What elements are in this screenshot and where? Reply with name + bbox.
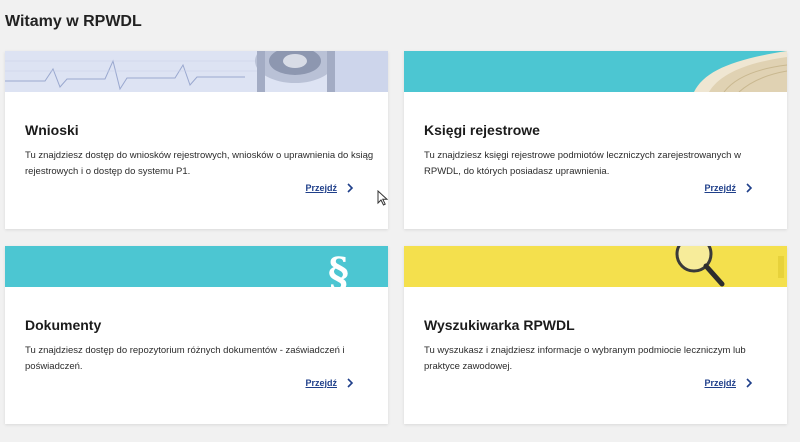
chevron-right-icon <box>746 183 753 193</box>
mouse-cursor-icon <box>377 190 388 206</box>
link-label: Przejdź <box>704 378 736 388</box>
banner-image-ksiegi <box>404 51 787 92</box>
chevron-right-icon <box>347 183 354 193</box>
card-title-wnioski: Wnioski <box>25 122 79 138</box>
chevron-right-icon <box>746 378 753 388</box>
przejdz-link-wnioski[interactable]: Przejdź <box>305 183 354 193</box>
card-description-dokumenty: Tu znajdziesz dostęp do repozytorium róż… <box>25 345 345 372</box>
card-wyszukiwarka: Wyszukiwarka RPWDL Tu wyszukasz i znajdz… <box>404 246 787 424</box>
banner-image-dokumenty: § <box>5 246 388 287</box>
banner-image-wnioski <box>5 51 388 92</box>
card-wnioski: Wnioski Tu znajdziesz dostęp do wniosków… <box>5 51 388 229</box>
page: Witamy w RPWDL Wnioski Tu znajdziesz dos… <box>0 0 800 442</box>
banner-image-wyszukiwarka <box>404 246 787 287</box>
link-label: Przejdź <box>704 183 736 193</box>
chevron-right-icon <box>347 378 354 388</box>
link-label: Przejdź <box>305 183 337 193</box>
card-title-ksiegi: Księgi rejestrowe <box>424 122 540 138</box>
przejdz-link-wyszukiwarka[interactable]: Przejdź <box>704 378 753 388</box>
przejdz-link-dokumenty[interactable]: Przejdź <box>305 378 354 388</box>
card-title-dokumenty: Dokumenty <box>25 317 102 333</box>
card-description-wyszukiwarka: Tu wyszukasz i znajdziesz informacje o w… <box>424 345 746 372</box>
card-title-wyszukiwarka: Wyszukiwarka RPWDL <box>424 317 575 333</box>
card-description-wnioski: Tu znajdziesz dostęp do wniosków rejestr… <box>25 150 374 177</box>
svg-text:§: § <box>328 249 349 287</box>
page-title: Witamy w RPWDL <box>5 13 142 30</box>
link-label: Przejdź <box>305 378 337 388</box>
card-description-ksiegi: Tu znajdziesz księgi rejestrowe podmiotó… <box>424 150 741 177</box>
przejdz-link-ksiegi[interactable]: Przejdź <box>704 183 753 193</box>
card-dokumenty: § Dokumenty Tu znajdziesz dostęp do repo… <box>5 246 388 424</box>
card-ksiegi-rejestrowe: Księgi rejestrowe Tu znajdziesz księgi r… <box>404 51 787 229</box>
